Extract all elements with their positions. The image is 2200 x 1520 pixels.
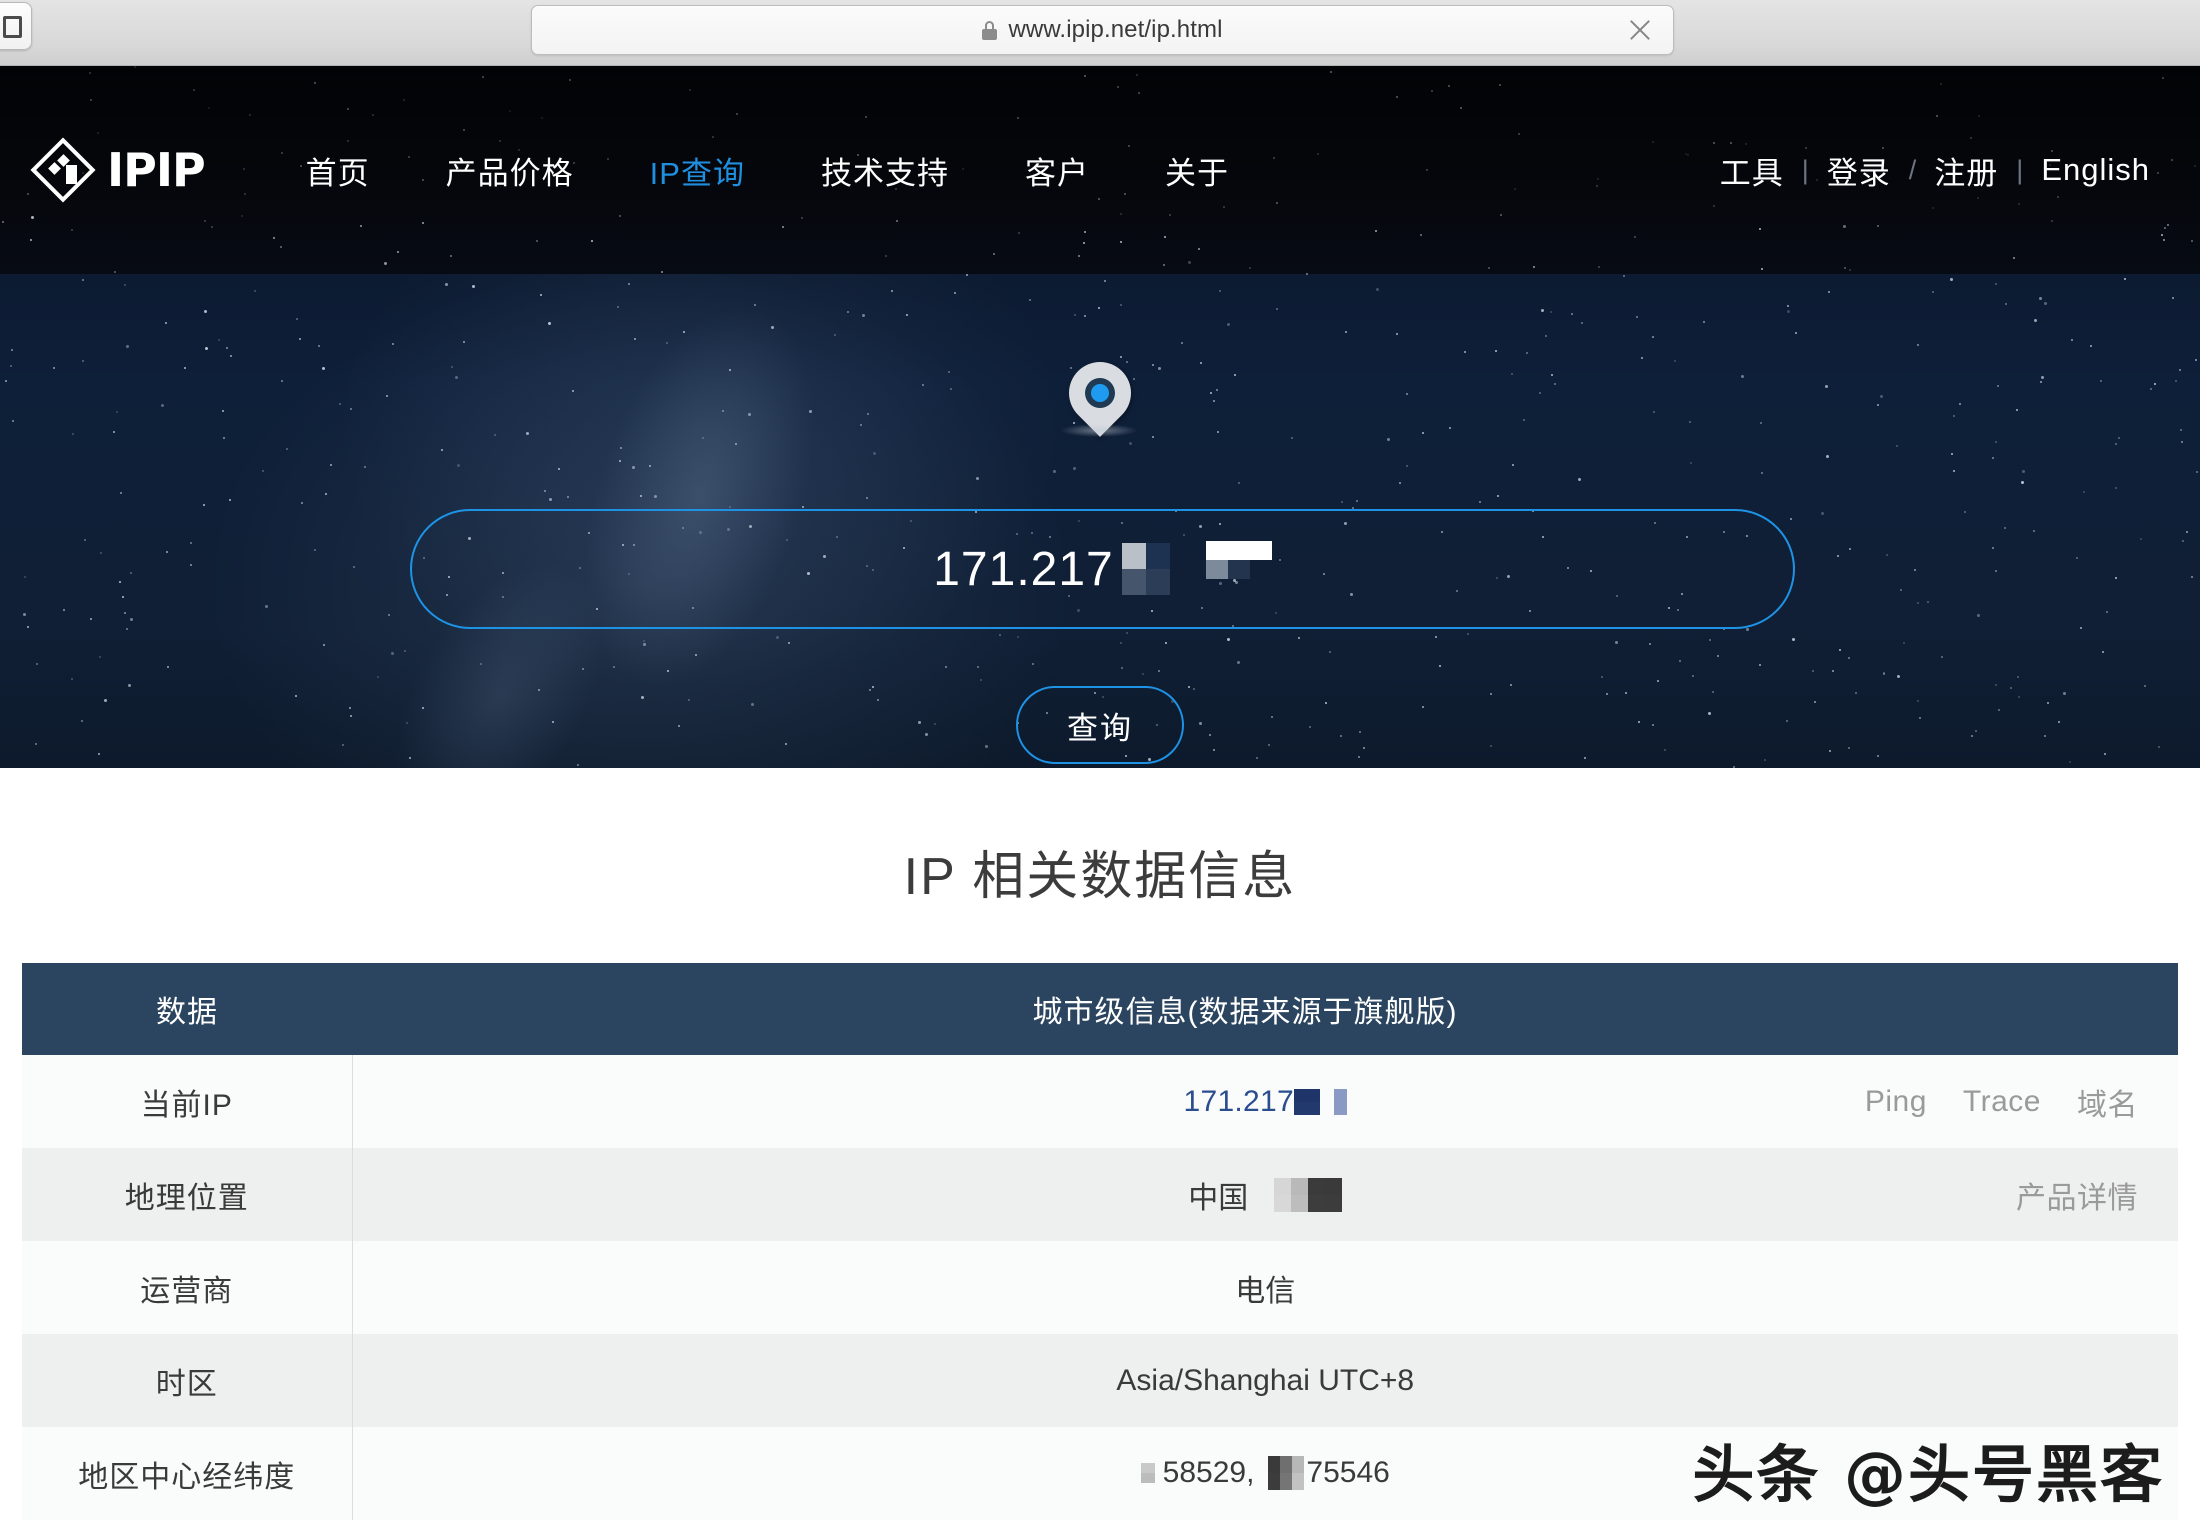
main-content: IP 相关数据信息 数据 城市级信息(数据来源于旗舰版) 当前IP 171.21… (0, 768, 2200, 1520)
row-label-current-ip: 当前IP (22, 1055, 353, 1148)
watermark: 头条 @头号黑客 (1692, 1438, 2164, 1511)
window-icon (3, 16, 22, 38)
row-label-coordinates: 地区中心经纬度 (22, 1427, 353, 1520)
row-label-isp: 运营商 (22, 1241, 353, 1334)
redaction-block-ip-2 (1334, 1088, 1348, 1115)
row-actions-current-ip: Ping Trace 域名 (1865, 1080, 2138, 1124)
location-value: 中国 (1188, 1181, 1249, 1215)
table-header-data: 数据 (22, 963, 352, 1055)
row-value-timezone: Asia/Shanghai UTC+8 (352, 1334, 2178, 1427)
table-header-city: 城市级信息(数据来源于旗舰版) (352, 963, 2178, 1055)
table-row: 当前IP 171.217 Ping Trace 域名 (22, 1055, 2178, 1148)
row-value-isp: 电信 (352, 1241, 2178, 1334)
table-row: 时区 Asia/Shanghai UTC+8 (22, 1334, 2178, 1427)
nav-login-link[interactable]: 登录 (1811, 148, 1907, 193)
nav-separator-3: | (2016, 154, 2024, 185)
close-icon[interactable] (1627, 17, 1653, 43)
redaction-block-hero-2 (1205, 540, 1272, 598)
row-value-location: 中国 产品详情 (352, 1148, 2178, 1241)
nav-utility-links: 工具 | 登录 / 注册 | English (1704, 148, 2166, 193)
current-ip-value: 171.217 (1183, 1084, 1295, 1118)
nav-register-link[interactable]: 注册 (1918, 148, 2014, 193)
ipip-logo-icon (30, 137, 96, 203)
row-value-current-ip: 171.217 Ping Trace 域名 (352, 1055, 2178, 1148)
longitude-partial: 75546 (1306, 1456, 1390, 1489)
redaction-block-hero-1 (1121, 543, 1170, 595)
table-row: 地理位置 中国 产品详情 (22, 1148, 2178, 1241)
nav-item-home[interactable]: 首页 (268, 148, 408, 193)
domain-link[interactable]: 域名 (2077, 1080, 2138, 1124)
latitude-partial: 58529, (1162, 1456, 1255, 1489)
nav-links: 首页 产品价格 IP查询 技术支持 客户 关于 (268, 148, 1267, 193)
nav-item-pricing[interactable]: 产品价格 (408, 148, 612, 193)
nav-item-support[interactable]: 技术支持 (783, 148, 987, 193)
address-bar-url: www.ipip.net/ip.html (1008, 16, 1223, 43)
isp-value: 电信 (1235, 1274, 1296, 1308)
redaction-block-ip-1 (1294, 1088, 1321, 1115)
nav-english-link[interactable]: English (2025, 152, 2166, 188)
table-row: 运营商 电信 (22, 1241, 2178, 1334)
site-navigation: IPIP 首页 产品价格 IP查询 技术支持 客户 关于 工具 | 登录 / 注… (0, 66, 2200, 274)
lock-icon (982, 20, 998, 40)
redaction-block-location (1274, 1177, 1343, 1212)
product-details-link[interactable]: 产品详情 (2016, 1173, 2138, 1217)
nav-item-about[interactable]: 关于 (1127, 148, 1267, 193)
page-title: IP 相关数据信息 (903, 848, 1297, 906)
logo-text: IPIP (107, 143, 206, 197)
query-button[interactable]: 查询 (1016, 686, 1184, 764)
address-bar[interactable]: www.ipip.net/ip.html (531, 5, 1674, 55)
map-pin-icon (1056, 349, 1144, 437)
row-label-timezone: 时区 (22, 1334, 353, 1427)
ip-search-input[interactable]: 171.217 (410, 509, 1795, 629)
row-label-location: 地理位置 (22, 1148, 353, 1241)
nav-separator-1: | (1801, 154, 1809, 185)
site-logo[interactable]: IPIP (30, 137, 206, 203)
ping-link[interactable]: Ping (1865, 1085, 1927, 1119)
table-header-row: 数据 城市级信息(数据来源于旗舰版) (22, 963, 2178, 1055)
hero-ip-value: 171.217 (933, 542, 1114, 596)
hero-section: IPIP 首页 产品价格 IP查询 技术支持 客户 关于 工具 | 登录 / 注… (0, 66, 2200, 768)
redaction-block-lng (1268, 1456, 1305, 1490)
nav-separator-2: / (1908, 154, 1917, 185)
timezone-value: Asia/Shanghai UTC+8 (1116, 1363, 1415, 1397)
browser-chrome: www.ipip.net/ip.html (0, 0, 2200, 66)
redaction-block-lat (1140, 1463, 1155, 1483)
row-actions-location: 产品详情 (2016, 1173, 2138, 1217)
nav-tools-link[interactable]: 工具 (1704, 148, 1800, 193)
trace-link[interactable]: Trace (1963, 1085, 2041, 1119)
nav-item-customers[interactable]: 客户 (987, 148, 1127, 193)
table-header: 数据 城市级信息(数据来源于旗舰版) (22, 963, 2178, 1055)
nav-item-ip-query[interactable]: IP查询 (612, 148, 783, 193)
browser-toolbar-button[interactable] (0, 2, 32, 50)
